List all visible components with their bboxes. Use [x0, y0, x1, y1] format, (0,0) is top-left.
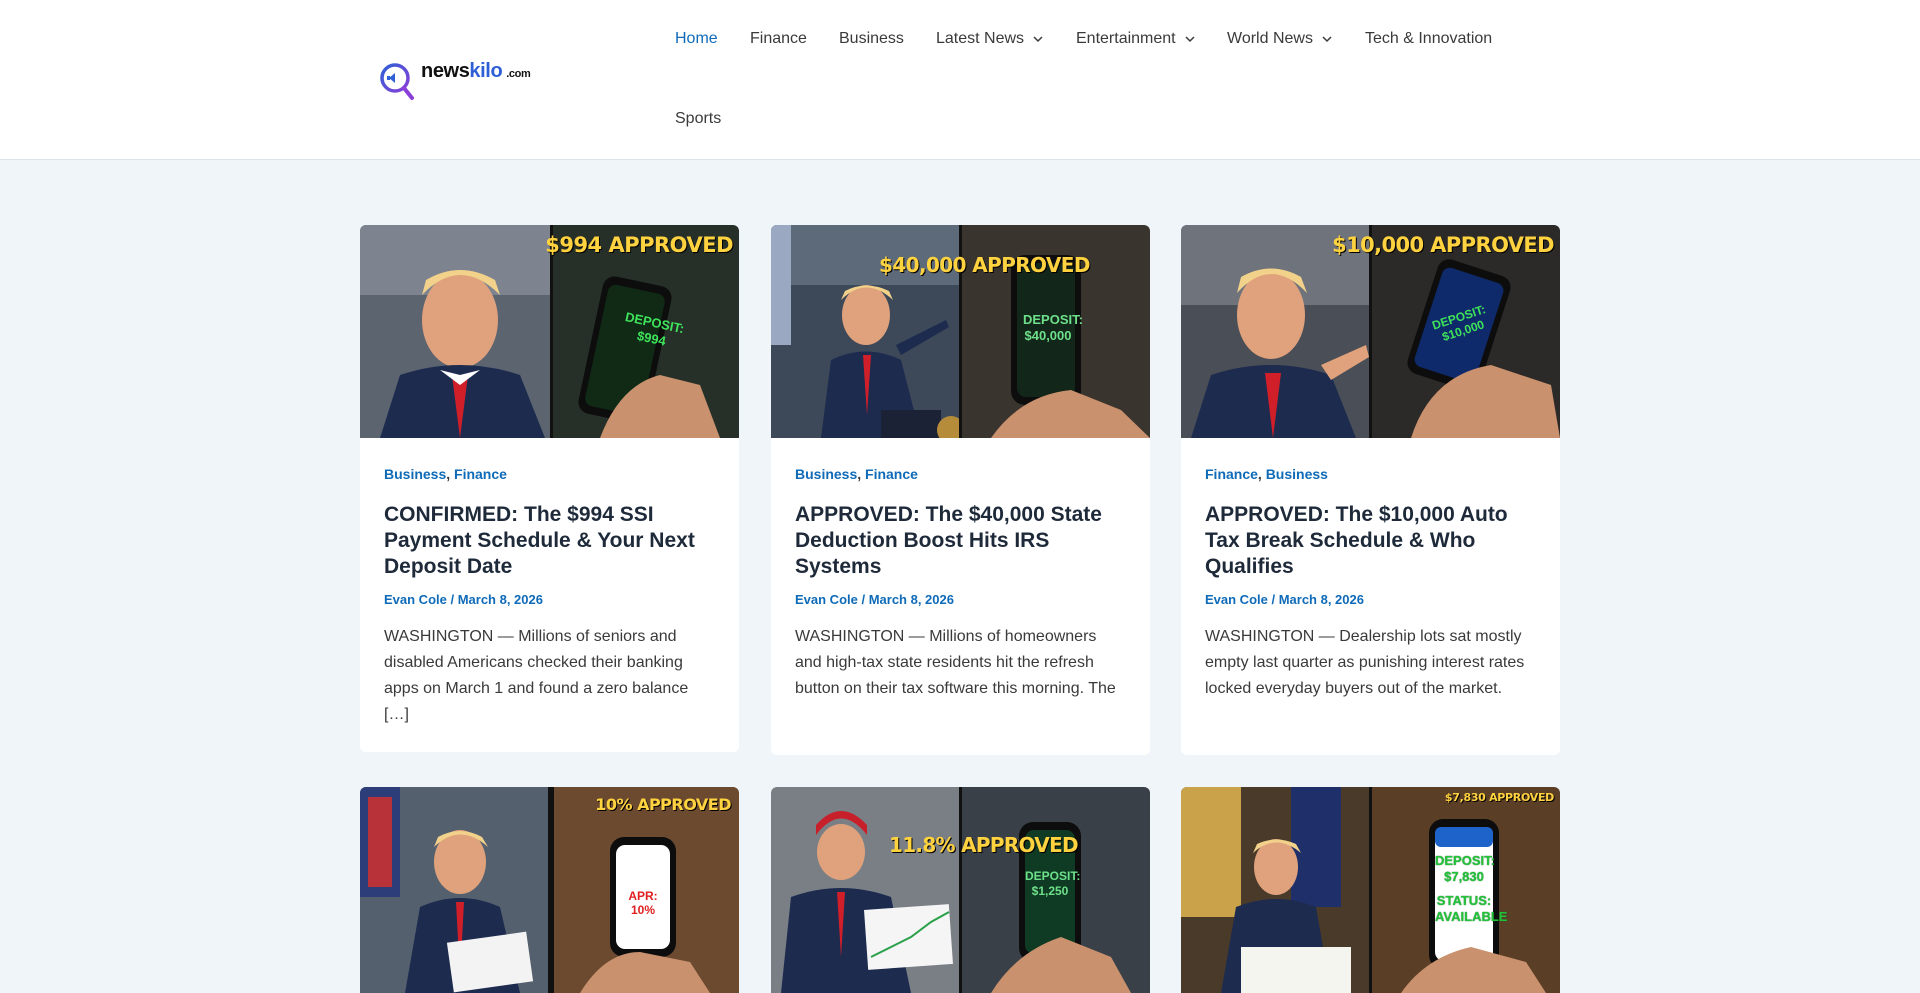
post-meta: Evan Cole / March 8, 2026 [1205, 592, 1536, 608]
post-title[interactable]: CONFIRMED: The $994 SSI Payment Schedule… [384, 502, 715, 580]
thumbnail-headline: $10,000 APPROVED [1332, 233, 1554, 257]
nav-label: Finance [750, 30, 807, 47]
phone-line: DEPOSIT: [1025, 869, 1081, 883]
post-categories: Finance, Business [1205, 466, 1328, 482]
logo-name-part1: news [421, 60, 470, 82]
post-date: March 8, 2026 [1278, 592, 1364, 607]
post-title[interactable]: APPROVED: The $10,000 Auto Tax Break Sch… [1205, 502, 1536, 580]
post-thumbnail[interactable]: 11.8% APPROVED DEPOSIT: $1,250 [771, 787, 1150, 993]
phone-line: STATUS: [1436, 893, 1492, 908]
thumbnail-headline: 10% APPROVED [595, 795, 731, 814]
nav-label: Tech & Innovation [1365, 30, 1493, 47]
post-date: March 8, 2026 [868, 592, 954, 607]
post-date: March 8, 2026 [457, 592, 543, 607]
nav-label: Home [675, 30, 718, 47]
logo-text: newskilo .com [421, 60, 531, 83]
post-meta: Evan Cole / March 8, 2026 [795, 592, 1126, 608]
post-meta: Evan Cole / March 8, 2026 [384, 592, 715, 608]
post-body: Finance, Business APPROVED: The $10,000 … [1181, 438, 1560, 726]
post-thumbnail[interactable]: $10,000 APPROVED DEPOSIT: $10,000 [1181, 225, 1560, 438]
post-thumbnail[interactable]: $994 APPROVED DEPOSIT: $994 [360, 225, 739, 438]
nav-item-latest-news[interactable]: Latest News [936, 30, 1044, 48]
chevron-down-icon [1033, 36, 1043, 43]
nav-item-world-news[interactable]: World News [1227, 30, 1333, 48]
post-body: Business, Finance CONFIRMED: The $994 SS… [360, 438, 739, 752]
nav-label: Sports [675, 110, 722, 127]
nav-label: Entertainment [1076, 30, 1176, 47]
chevron-down-icon [1322, 36, 1332, 43]
nav-item-home[interactable]: Home [675, 30, 718, 48]
post-card: 11.8% APPROVED DEPOSIT: $1,250 [771, 787, 1150, 993]
post-card: $40,000 APPROVED DEPOSIT: $40,000 Busine… [771, 225, 1150, 755]
phone-line: $1,250 [1031, 884, 1069, 898]
nav-item-business[interactable]: Business [839, 30, 904, 48]
category-link[interactable]: Business [1266, 466, 1328, 482]
post-card: 10% APPROVED APR: 10% [360, 787, 739, 993]
thumbnail-headline: $7,830 APPROVED [1444, 791, 1554, 804]
nav-item-finance[interactable]: Finance [750, 30, 807, 48]
post-thumbnail[interactable]: 10% APPROVED APR: 10% [360, 787, 739, 993]
logo-tld: .com [506, 68, 531, 80]
phone-line: AVAILABLE [1435, 909, 1508, 924]
nav-item-tech-innovation[interactable]: Tech & Innovation [1365, 30, 1492, 48]
post-card: $7,830 APPROVED DEPOSIT: $7,830 STATUS: … [1181, 787, 1560, 993]
category-link[interactable]: Finance [1205, 466, 1258, 482]
thumbnail-phone-text: DEPOSIT: $7,830 STATUS: AVAILABLE [1435, 853, 1508, 925]
phone-line: $7,830 [1444, 869, 1484, 884]
post-card: $10,000 APPROVED DEPOSIT: $10,000 Financ… [1181, 225, 1560, 755]
post-excerpt: WASHINGTON — Millions of seniors and dis… [384, 628, 689, 723]
post-author[interactable]: Evan Cole [384, 592, 447, 607]
thumbnail-headline: 11.8% APPROVED [889, 833, 1079, 857]
thumbnail-headline: $40,000 APPROVED [879, 253, 1090, 277]
nav-label: World News [1227, 30, 1313, 47]
post-author[interactable]: Evan Cole [1205, 592, 1268, 607]
nav-label: Latest News [936, 30, 1025, 47]
phone-line: $40,000 [1024, 328, 1072, 343]
nav-item-entertainment[interactable]: Entertainment [1076, 30, 1196, 48]
post-author[interactable]: Evan Cole [795, 592, 858, 607]
thumbnail-headline: $994 APPROVED [545, 233, 733, 257]
post-categories: Business, Finance [795, 466, 918, 482]
meta-separator: / [446, 592, 458, 607]
phone-line: DEPOSIT: [1023, 312, 1083, 327]
category-link[interactable]: Finance [454, 466, 507, 482]
category-link[interactable]: Business [795, 466, 857, 482]
post-thumbnail[interactable]: $40,000 APPROVED DEPOSIT: $40,000 [771, 225, 1150, 438]
site-logo[interactable]: newskilo .com [378, 58, 531, 102]
post-title[interactable]: APPROVED: The $40,000 State Deduction Bo… [795, 502, 1126, 580]
post-excerpt: WASHINGTON — Millions of homeowners and … [795, 628, 1116, 697]
thumbnail-phone-text: DEPOSIT: $40,000 [1023, 312, 1083, 344]
magnifier-megaphone-icon [378, 58, 418, 102]
post-card: $994 APPROVED DEPOSIT: $994 Business, Fi… [360, 225, 739, 752]
logo-name-part2: kilo [469, 60, 503, 82]
post-categories: Business, Finance [384, 466, 507, 482]
post-excerpt: WASHINGTON — Dealership lots sat mostly … [1205, 628, 1525, 697]
site-header: newskilo .com Home Finance Business Lates… [0, 0, 1920, 160]
meta-separator: / [857, 592, 869, 607]
meta-separator: / [1267, 592, 1279, 607]
chevron-down-icon [1185, 36, 1195, 43]
category-link[interactable]: Finance [865, 466, 918, 482]
post-thumbnail[interactable]: $7,830 APPROVED DEPOSIT: $7,830 STATUS: … [1181, 787, 1560, 993]
phone-line: DEPOSIT: [1435, 853, 1495, 868]
nav-label: Business [839, 30, 904, 47]
nav-item-sports[interactable]: Sports [675, 110, 721, 128]
category-link[interactable]: Business [384, 466, 446, 482]
thumbnail-phone-text: DEPOSIT: $1,250 [1025, 869, 1081, 899]
post-body: Business, Finance APPROVED: The $40,000 … [771, 438, 1150, 726]
thumbnail-phone-text: APR: 10% [628, 889, 658, 917]
